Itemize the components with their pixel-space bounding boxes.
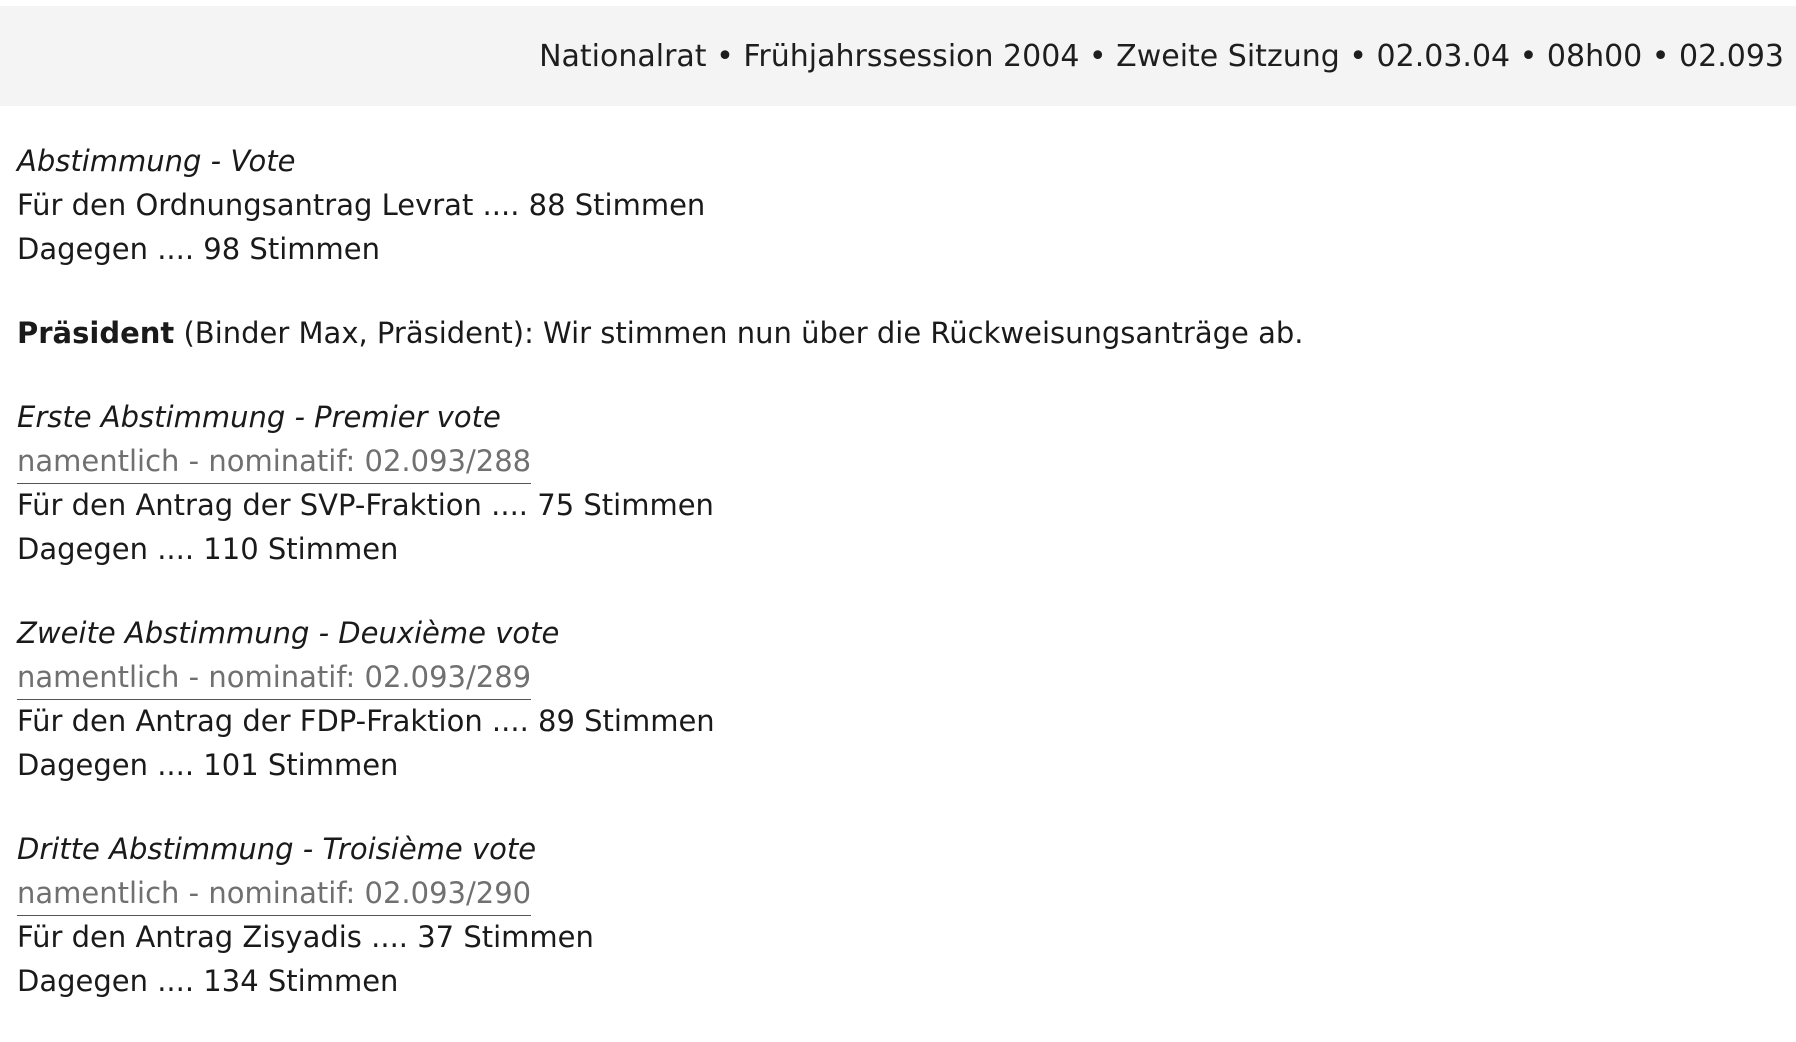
nominal-vote-link[interactable]: namentlich - nominatif: 02.093/288	[17, 441, 532, 484]
vote-for-line: Für den Ordnungsantrag Levrat .... 88 St…	[17, 188, 706, 222]
vote-title: Zweite Abstimmung - Deuxième vote	[17, 616, 560, 650]
vote-block-ordnungsantrag: Abstimmung - Vote Für den Ordnungsantrag…	[17, 139, 1776, 271]
vote-title: Abstimmung - Vote	[17, 144, 296, 178]
speech-block: Präsident (Binder Max, Präsident): Wir s…	[17, 311, 1776, 355]
nominal-vote-link[interactable]: namentlich - nominatif: 02.093/290	[17, 873, 532, 916]
speech-text: (Binder Max, Präsident): Wir stimmen nun…	[174, 316, 1304, 350]
vote-against-line: Dagegen .... 134 Stimmen	[17, 964, 399, 998]
session-header: Nationalrat • Frühjahrssession 2004 • Zw…	[539, 38, 1784, 74]
speech-line: Präsident (Binder Max, Präsident): Wir s…	[17, 311, 1776, 355]
speaker-name: Präsident	[17, 316, 175, 350]
vote-against-line: Dagegen .... 98 Stimmen	[17, 232, 380, 266]
vote-title: Dritte Abstimmung - Troisième vote	[17, 832, 537, 866]
vote-block-second: Zweite Abstimmung - Deuxième vote nament…	[17, 611, 1776, 787]
vote-against-line: Dagegen .... 110 Stimmen	[17, 532, 399, 566]
vote-for-line: Für den Antrag der FDP-Fraktion .... 89 …	[17, 704, 715, 738]
vote-title: Erste Abstimmung - Premier vote	[17, 400, 501, 434]
nominal-vote-link[interactable]: namentlich - nominatif: 02.093/289	[17, 657, 532, 700]
vote-against-line: Dagegen .... 101 Stimmen	[17, 748, 399, 782]
page: Nationalrat • Frühjahrssession 2004 • Zw…	[0, 0, 1796, 1042]
header-bar: Nationalrat • Frühjahrssession 2004 • Zw…	[0, 6, 1796, 106]
vote-block-third: Dritte Abstimmung - Troisième vote namen…	[17, 827, 1776, 1003]
transcript-content: Abstimmung - Vote Für den Ordnungsantrag…	[17, 139, 1776, 1042]
vote-block-first: Erste Abstimmung - Premier vote namentli…	[17, 395, 1776, 571]
vote-for-line: Für den Antrag Zisyadis .... 37 Stimmen	[17, 920, 594, 954]
vote-for-line: Für den Antrag der SVP-Fraktion .... 75 …	[17, 488, 714, 522]
